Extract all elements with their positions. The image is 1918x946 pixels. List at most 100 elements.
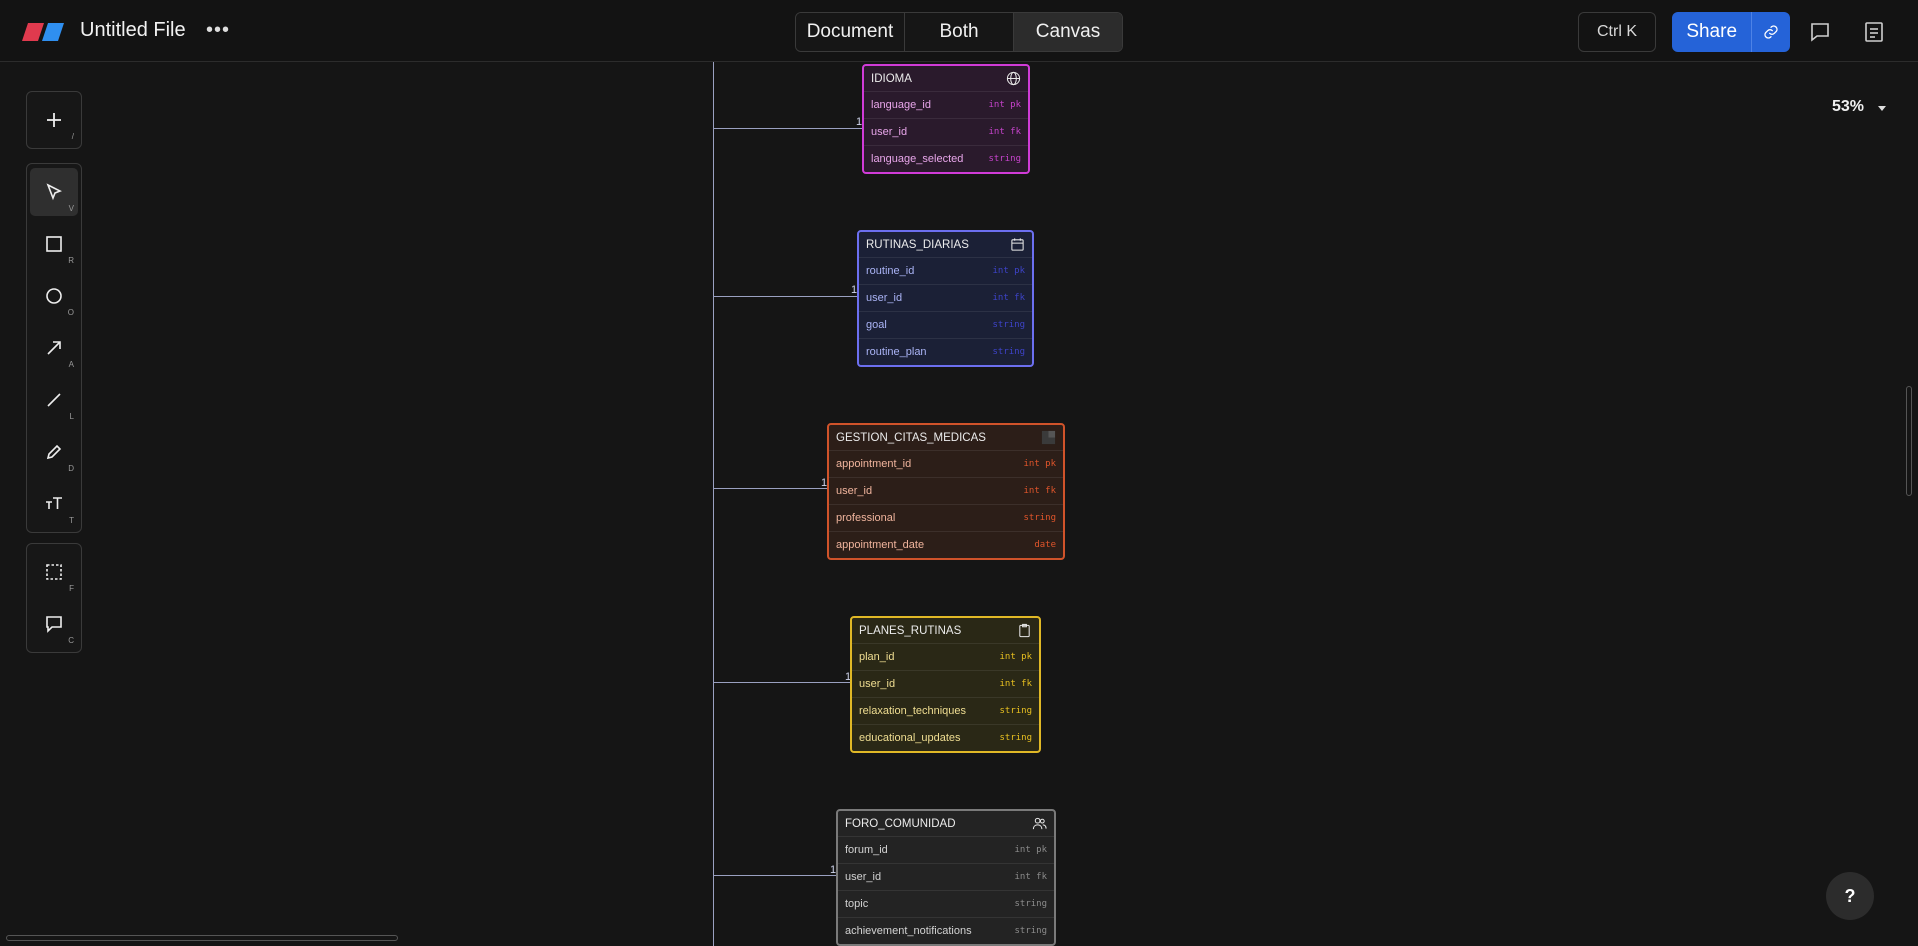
- relationship-trunk-line: [713, 62, 714, 946]
- field-row[interactable]: educational_updates string: [852, 724, 1039, 751]
- relationship-line: [714, 682, 851, 683]
- help-button[interactable]: ?: [1826, 872, 1874, 920]
- entity-header: PLANES_RUTINAS: [852, 618, 1039, 643]
- entity-idioma[interactable]: IDIOMA language_id int pk user_id int fk l…: [862, 64, 1030, 174]
- field-type: int pk: [992, 266, 1025, 276]
- field-type: int pk: [999, 652, 1032, 662]
- field-type: string: [1014, 926, 1047, 936]
- file-title[interactable]: Untitled File: [80, 19, 186, 42]
- app-logo[interactable]: [20, 22, 66, 42]
- globe-icon: [1006, 71, 1021, 86]
- field-name: goal: [866, 319, 887, 331]
- field-row[interactable]: routine_plan string: [859, 338, 1032, 365]
- share-button[interactable]: Share: [1672, 12, 1790, 52]
- field-row[interactable]: professional string: [829, 504, 1063, 531]
- tool-shortcut: V: [68, 204, 74, 213]
- tool-shortcut: L: [69, 412, 74, 421]
- view-document-button[interactable]: Document: [796, 13, 905, 51]
- field-row[interactable]: achievement_notifications string: [838, 917, 1054, 944]
- comment-tool[interactable]: C: [30, 600, 78, 648]
- view-canvas-button[interactable]: Canvas: [1014, 13, 1122, 51]
- drawing-tools: V R O A L D T: [26, 163, 82, 533]
- field-type: string: [992, 347, 1025, 357]
- tool-shortcut: D: [68, 464, 74, 473]
- text-icon: [46, 497, 62, 509]
- field-name: appointment_id: [836, 458, 912, 470]
- clipboard-icon: [1019, 623, 1030, 638]
- field-type: string: [1023, 513, 1056, 523]
- users-icon: [1032, 817, 1047, 830]
- field-row[interactable]: user_id int fk: [859, 284, 1032, 311]
- plus-icon: [47, 113, 61, 127]
- entity-rutinas-diarias[interactable]: RUTINAS_DIARIAS routine_id int pk user_id…: [857, 230, 1034, 367]
- field-name: routine_id: [866, 265, 915, 277]
- ellipse-tool[interactable]: O: [30, 272, 78, 320]
- comments-icon[interactable]: [1808, 20, 1832, 44]
- select-tool[interactable]: V: [30, 168, 78, 216]
- rectangle-tool[interactable]: R: [30, 220, 78, 268]
- add-tool-group: /: [26, 91, 82, 149]
- field-row[interactable]: language_id int pk: [864, 91, 1028, 118]
- field-type: int pk: [988, 100, 1021, 110]
- view-both-button[interactable]: Both: [905, 13, 1014, 51]
- entity-header: RUTINAS_DIARIAS: [859, 232, 1032, 257]
- image-placeholder-icon: [1041, 430, 1056, 445]
- entity-title: IDIOMA: [871, 72, 912, 85]
- field-row[interactable]: topic string: [838, 890, 1054, 917]
- text-tool[interactable]: T: [30, 480, 78, 528]
- pencil-tool[interactable]: D: [30, 428, 78, 476]
- tool-shortcut: C: [68, 636, 74, 645]
- field-type: int fk: [999, 679, 1032, 689]
- field-name: language_selected: [871, 153, 964, 165]
- entity-header: GESTION_CITAS_MEDICAS: [829, 425, 1063, 450]
- share-label: Share: [1686, 21, 1738, 42]
- field-row[interactable]: user_id int fk: [864, 118, 1028, 145]
- tool-shortcut: R: [68, 256, 74, 265]
- entity-planes-rutinas[interactable]: PLANES_RUTINAS plan_id int pk user_id int …: [850, 616, 1041, 753]
- field-name: user_id: [836, 485, 873, 497]
- field-type: string: [999, 733, 1032, 743]
- cursor-icon: [46, 183, 62, 201]
- zoom-level[interactable]: 53%: [1832, 98, 1864, 116]
- field-row[interactable]: user_id int fk: [852, 670, 1039, 697]
- relationship-line: [714, 296, 857, 297]
- field-row[interactable]: goal string: [859, 311, 1032, 338]
- entity-gestion-citas-medicas[interactable]: GESTION_CITAS_MEDICAS appointment_id int …: [827, 423, 1065, 560]
- entity-title: FORO_COMUNIDAD: [845, 817, 956, 830]
- add-button[interactable]: /: [30, 96, 78, 144]
- field-row[interactable]: appointment_date date: [829, 531, 1063, 558]
- field-name: user_id: [871, 126, 908, 138]
- command-palette-button[interactable]: Ctrl K: [1578, 12, 1656, 52]
- field-row[interactable]: language_selected string: [864, 145, 1028, 172]
- entity-title: GESTION_CITAS_MEDICAS: [836, 431, 986, 444]
- entity-header: FORO_COMUNIDAD: [838, 811, 1054, 836]
- field-row[interactable]: relaxation_techniques string: [852, 697, 1039, 724]
- field-name: forum_id: [845, 844, 888, 856]
- field-row[interactable]: routine_id int pk: [859, 257, 1032, 284]
- vertical-scrollbar[interactable]: [1906, 386, 1912, 496]
- field-row[interactable]: user_id int fk: [838, 863, 1054, 890]
- chevron-down-icon[interactable]: [1878, 106, 1886, 111]
- field-name: routine_plan: [866, 346, 927, 358]
- view-mode-toggle: Document Both Canvas: [795, 12, 1123, 52]
- arrow-tool[interactable]: A: [30, 324, 78, 372]
- field-row[interactable]: user_id int fk: [829, 477, 1063, 504]
- field-name: relaxation_techniques: [859, 705, 967, 717]
- relationship-line: [714, 488, 827, 489]
- field-name: user_id: [859, 678, 896, 690]
- tool-shortcut: A: [68, 360, 74, 369]
- field-row[interactable]: plan_id int pk: [852, 643, 1039, 670]
- field-type: string: [1014, 899, 1047, 909]
- entity-foro-comunidad[interactable]: FORO_COMUNIDAD forum_id int pk user_id int…: [836, 809, 1056, 946]
- field-row[interactable]: appointment_id int pk: [829, 450, 1063, 477]
- more-options-button[interactable]: •••: [204, 20, 232, 44]
- entity-title: RUTINAS_DIARIAS: [866, 238, 969, 251]
- line-tool[interactable]: L: [30, 376, 78, 424]
- rectangle-icon: [46, 236, 62, 252]
- horizontal-scrollbar[interactable]: [6, 935, 398, 941]
- field-row[interactable]: forum_id int pk: [838, 836, 1054, 863]
- frame-tool[interactable]: F: [30, 548, 78, 596]
- link-icon: [1764, 25, 1778, 39]
- copy-link-button[interactable]: [1751, 12, 1790, 52]
- outline-panel-icon[interactable]: [1862, 20, 1886, 44]
